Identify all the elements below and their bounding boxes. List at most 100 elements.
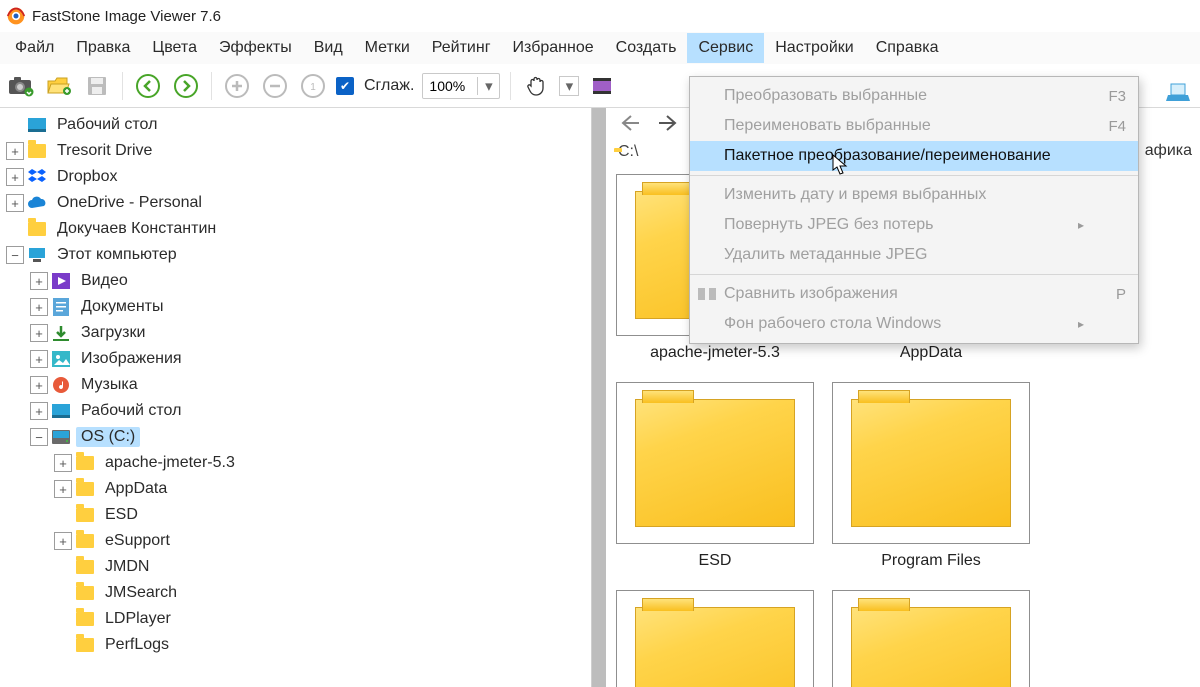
tree-twisty-icon[interactable]: − — [6, 246, 24, 264]
menu-item: Повернуть JPEG без потерь — [690, 210, 1138, 240]
tree-item[interactable]: +eSupport — [0, 528, 591, 554]
thumbnail-frame — [616, 382, 814, 544]
nav-forward-button[interactable] — [654, 108, 684, 138]
smooth-checkbox[interactable] — [336, 77, 354, 95]
menu-вид[interactable]: Вид — [303, 33, 354, 63]
tree-item[interactable]: + OneDrive - Personal — [0, 190, 591, 216]
tree-item[interactable]: Рабочий стол — [0, 112, 591, 138]
tree-twisty-icon[interactable]: + — [30, 350, 48, 368]
zoom-input[interactable] — [423, 74, 477, 98]
tree-twisty-icon[interactable]: − — [30, 428, 48, 446]
thumbnail-item[interactable]: Program Files — [832, 382, 1030, 570]
menu-создать[interactable]: Создать — [605, 33, 688, 63]
folder-tree[interactable]: Рабочий стол+Tresorit Drive+Dropbox+OneD… — [0, 108, 592, 687]
tree-item[interactable]: +Документы — [0, 294, 591, 320]
zoom-in-button[interactable] — [222, 71, 252, 101]
nav-next-button[interactable] — [171, 71, 201, 101]
menubar: ФайлПравкаЦветаЭффектыВидМеткиРейтингИзб… — [0, 32, 1200, 64]
tree-item-label: OneDrive - Personal — [52, 193, 207, 213]
tree-twisty-icon[interactable]: + — [6, 142, 24, 160]
tree-twisty-icon[interactable]: + — [6, 168, 24, 186]
save-button[interactable] — [82, 71, 112, 101]
open-button[interactable] — [44, 71, 74, 101]
tree-twisty-icon[interactable]: + — [54, 454, 72, 472]
partial-label: афика — [1145, 142, 1192, 160]
acquire-button[interactable] — [6, 71, 36, 101]
tree-twisty-icon[interactable]: + — [30, 298, 48, 316]
menu-рейтинг[interactable]: Рейтинг — [421, 33, 502, 63]
tree-item[interactable]: +Видео — [0, 268, 591, 294]
zoom-out-button[interactable] — [260, 71, 290, 101]
menu-настройки[interactable]: Настройки — [764, 33, 864, 63]
thumbnail-item[interactable]: ReplacedPDF — [832, 590, 1030, 687]
tree-item[interactable]: PerfLogs — [0, 632, 591, 658]
tree-twisty-icon[interactable]: + — [54, 532, 72, 550]
menu-item-label: Сравнить изображения — [724, 285, 1092, 303]
tree-item[interactable]: +AppData — [0, 476, 591, 502]
menu-item[interactable]: Пакетное преобразование/переименование — [690, 141, 1138, 171]
thumbnail-item[interactable]: ESD — [616, 382, 814, 570]
thumbnail-frame — [616, 590, 814, 687]
menu-сервис[interactable]: Сервис — [687, 33, 764, 63]
menu-item-icon — [690, 286, 724, 302]
menu-item: Переименовать выбранныеF4 — [690, 111, 1138, 141]
tree-item[interactable]: +Изображения — [0, 346, 591, 372]
menu-файл[interactable]: Файл — [4, 33, 65, 63]
nav-prev-button[interactable] — [133, 71, 163, 101]
tree-item[interactable]: ESD — [0, 502, 591, 528]
pics-icon — [50, 351, 72, 367]
thumbnail-item[interactable]: Program Files (x86) — [616, 590, 814, 687]
menu-item: Фон рабочего стола Windows — [690, 309, 1138, 339]
zoom-combo[interactable]: ▾ — [422, 73, 500, 99]
menu-item-label: Повернуть JPEG без потерь — [724, 216, 1092, 234]
folder-icon — [74, 560, 96, 574]
pan-hand-button[interactable] — [521, 71, 551, 101]
hand-dropdown-icon[interactable]: ▾ — [559, 76, 579, 96]
folder-icon — [74, 612, 96, 626]
mouse-cursor-icon — [832, 154, 852, 176]
app-logo-icon — [6, 6, 26, 26]
tree-item[interactable]: JMDN — [0, 554, 591, 580]
tree-item[interactable]: +Загрузки — [0, 320, 591, 346]
toolbar-sep — [510, 72, 511, 100]
tree-item[interactable]: − OS (C:) — [0, 424, 591, 450]
menu-item-label: Изменить дату и время выбранных — [724, 186, 1092, 204]
menu-метки[interactable]: Метки — [354, 33, 421, 63]
tree-item-label: OS (C:) — [76, 427, 140, 447]
zoom-dropdown-icon[interactable]: ▾ — [477, 77, 499, 95]
pc-icon — [26, 247, 48, 263]
zoom-actual-button[interactable]: 1 — [298, 71, 328, 101]
tree-twisty-icon[interactable]: + — [30, 402, 48, 420]
scanner-button[interactable] — [1164, 78, 1194, 108]
tree-item[interactable]: Докучаев Константин — [0, 216, 591, 242]
tree-item[interactable]: +Dropbox — [0, 164, 591, 190]
tree-item[interactable]: +apache-jmeter-5.3 — [0, 450, 591, 476]
tree-item[interactable]: LDPlayer — [0, 606, 591, 632]
tree-twisty-icon[interactable]: + — [54, 480, 72, 498]
menu-правка[interactable]: Правка — [65, 33, 141, 63]
menu-item: Сравнить изображенияP — [690, 279, 1138, 309]
menu-цвета[interactable]: Цвета — [141, 33, 208, 63]
filmstrip-button[interactable] — [587, 71, 617, 101]
folder-thumb-icon — [635, 399, 795, 527]
menu-справка[interactable]: Справка — [865, 33, 950, 63]
folder-icon — [74, 508, 96, 522]
tree-twisty-icon[interactable]: + — [30, 272, 48, 290]
smooth-label: Сглаж. — [364, 77, 414, 95]
tree-item[interactable]: +Музыка — [0, 372, 591, 398]
tree-twisty-icon[interactable]: + — [30, 324, 48, 342]
tree-item[interactable]: +Рабочий стол — [0, 398, 591, 424]
tree-twisty-icon[interactable]: + — [6, 194, 24, 212]
titlebar: FastStone Image Viewer 7.6 — [0, 0, 1200, 32]
menu-separator — [690, 274, 1138, 275]
tree-twisty-icon[interactable]: + — [30, 376, 48, 394]
tree-item[interactable]: +Tresorit Drive — [0, 138, 591, 164]
menu-эффекты[interactable]: Эффекты — [208, 33, 303, 63]
folder-icon — [26, 144, 48, 158]
nav-back-button[interactable] — [614, 108, 644, 138]
menu-избранное[interactable]: Избранное — [502, 33, 605, 63]
tree-item[interactable]: −Этот компьютер — [0, 242, 591, 268]
tree-item[interactable]: JMSearch — [0, 580, 591, 606]
service-menu[interactable]: Преобразовать выбранныеF3Переименовать в… — [689, 76, 1139, 344]
vertical-splitter[interactable] — [592, 108, 606, 687]
